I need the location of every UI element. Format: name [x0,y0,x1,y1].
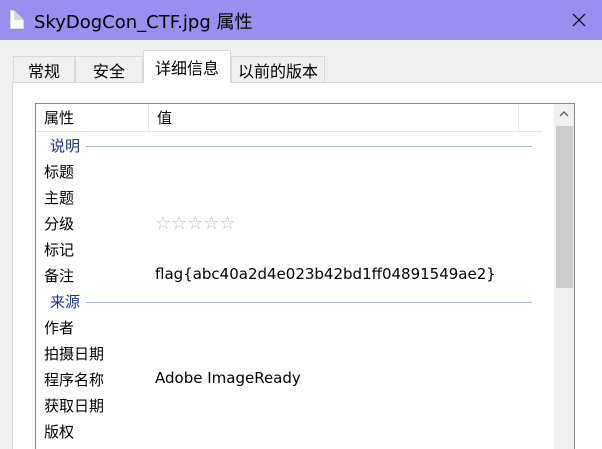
group-origin[interactable]: 来源 [36,288,542,314]
column-header-property[interactable]: 属性 [36,104,149,132]
group-description[interactable]: 说明 [36,132,542,158]
property-row-comments[interactable]: 备注 flag{abc40a2d4e023b42bd1ff04891549ae2… [36,262,542,288]
property-name: 获取日期 [44,397,105,415]
property-value[interactable]: Adobe ImageReady [155,369,301,387]
group-divider [50,302,532,303]
property-row-title[interactable]: 标题 [36,158,542,184]
property-name: 标题 [44,163,75,181]
property-name: 主题 [44,189,75,207]
property-name: 作者 [44,319,75,337]
property-name: 版权 [44,423,75,441]
group-label: 说明 [50,135,87,156]
property-row-rating[interactable]: 分级 ☆☆☆☆☆ [36,210,542,236]
vertical-scrollbar[interactable] [554,104,574,449]
property-row-program-name[interactable]: 程序名称 Adobe ImageReady [36,366,542,392]
property-list[interactable]: 属性 值 说明 标题 主题 分级 ☆☆☆☆☆ 标记 备注 flag{abc40a… [35,103,575,449]
tab-strip: 常规 安全 详细信息 以前的版本 [0,40,602,83]
tab-security[interactable]: 安全 [75,56,143,82]
tab-details[interactable]: 详细信息 [143,50,231,83]
chevron-up-icon [559,111,569,117]
file-icon [10,10,24,29]
properties-dialog: SkyDogCon_CTF.jpg 属性 常规 安全 详细信息 以前的版本 属性… [0,0,602,449]
property-name: 备注 [44,267,75,285]
close-icon [572,13,586,27]
property-row-date-taken[interactable]: 拍摄日期 [36,340,542,366]
window-title: SkyDogCon_CTF.jpg 属性 [34,12,253,33]
property-name: 拍摄日期 [44,345,105,363]
property-row-date-acquired[interactable]: 获取日期 [36,392,542,418]
scroll-up-button[interactable] [554,104,574,124]
property-row-copyright[interactable]: 版权 [36,418,542,444]
property-value[interactable]: flag{abc40a2d4e023b42bd1ff04891549ae2} [155,265,496,283]
rating-stars[interactable]: ☆☆☆☆☆ [155,213,236,234]
property-row-subject[interactable]: 主题 [36,184,542,210]
details-panel: 属性 值 说明 标题 主题 分级 ☆☆☆☆☆ 标记 备注 flag{abc40a… [12,82,602,449]
list-header: 属性 值 [36,104,542,132]
title-bar[interactable]: SkyDogCon_CTF.jpg 属性 [0,0,602,40]
property-name: 分级 [44,215,75,233]
group-divider [50,146,532,147]
column-header-value[interactable]: 值 [149,104,519,132]
group-label: 来源 [50,291,87,312]
close-button[interactable] [556,0,602,40]
property-row-authors[interactable]: 作者 [36,314,542,340]
property-name: 标记 [44,241,75,259]
tab-general[interactable]: 常规 [13,56,75,82]
tab-previous-versions[interactable]: 以前的版本 [231,56,325,82]
property-row-tags[interactable]: 标记 [36,236,542,262]
property-name: 程序名称 [44,371,105,389]
scrollbar-thumb[interactable] [556,126,573,288]
property-rows: 说明 标题 主题 分级 ☆☆☆☆☆ 标记 备注 flag{abc40a2d4e0… [36,132,542,444]
